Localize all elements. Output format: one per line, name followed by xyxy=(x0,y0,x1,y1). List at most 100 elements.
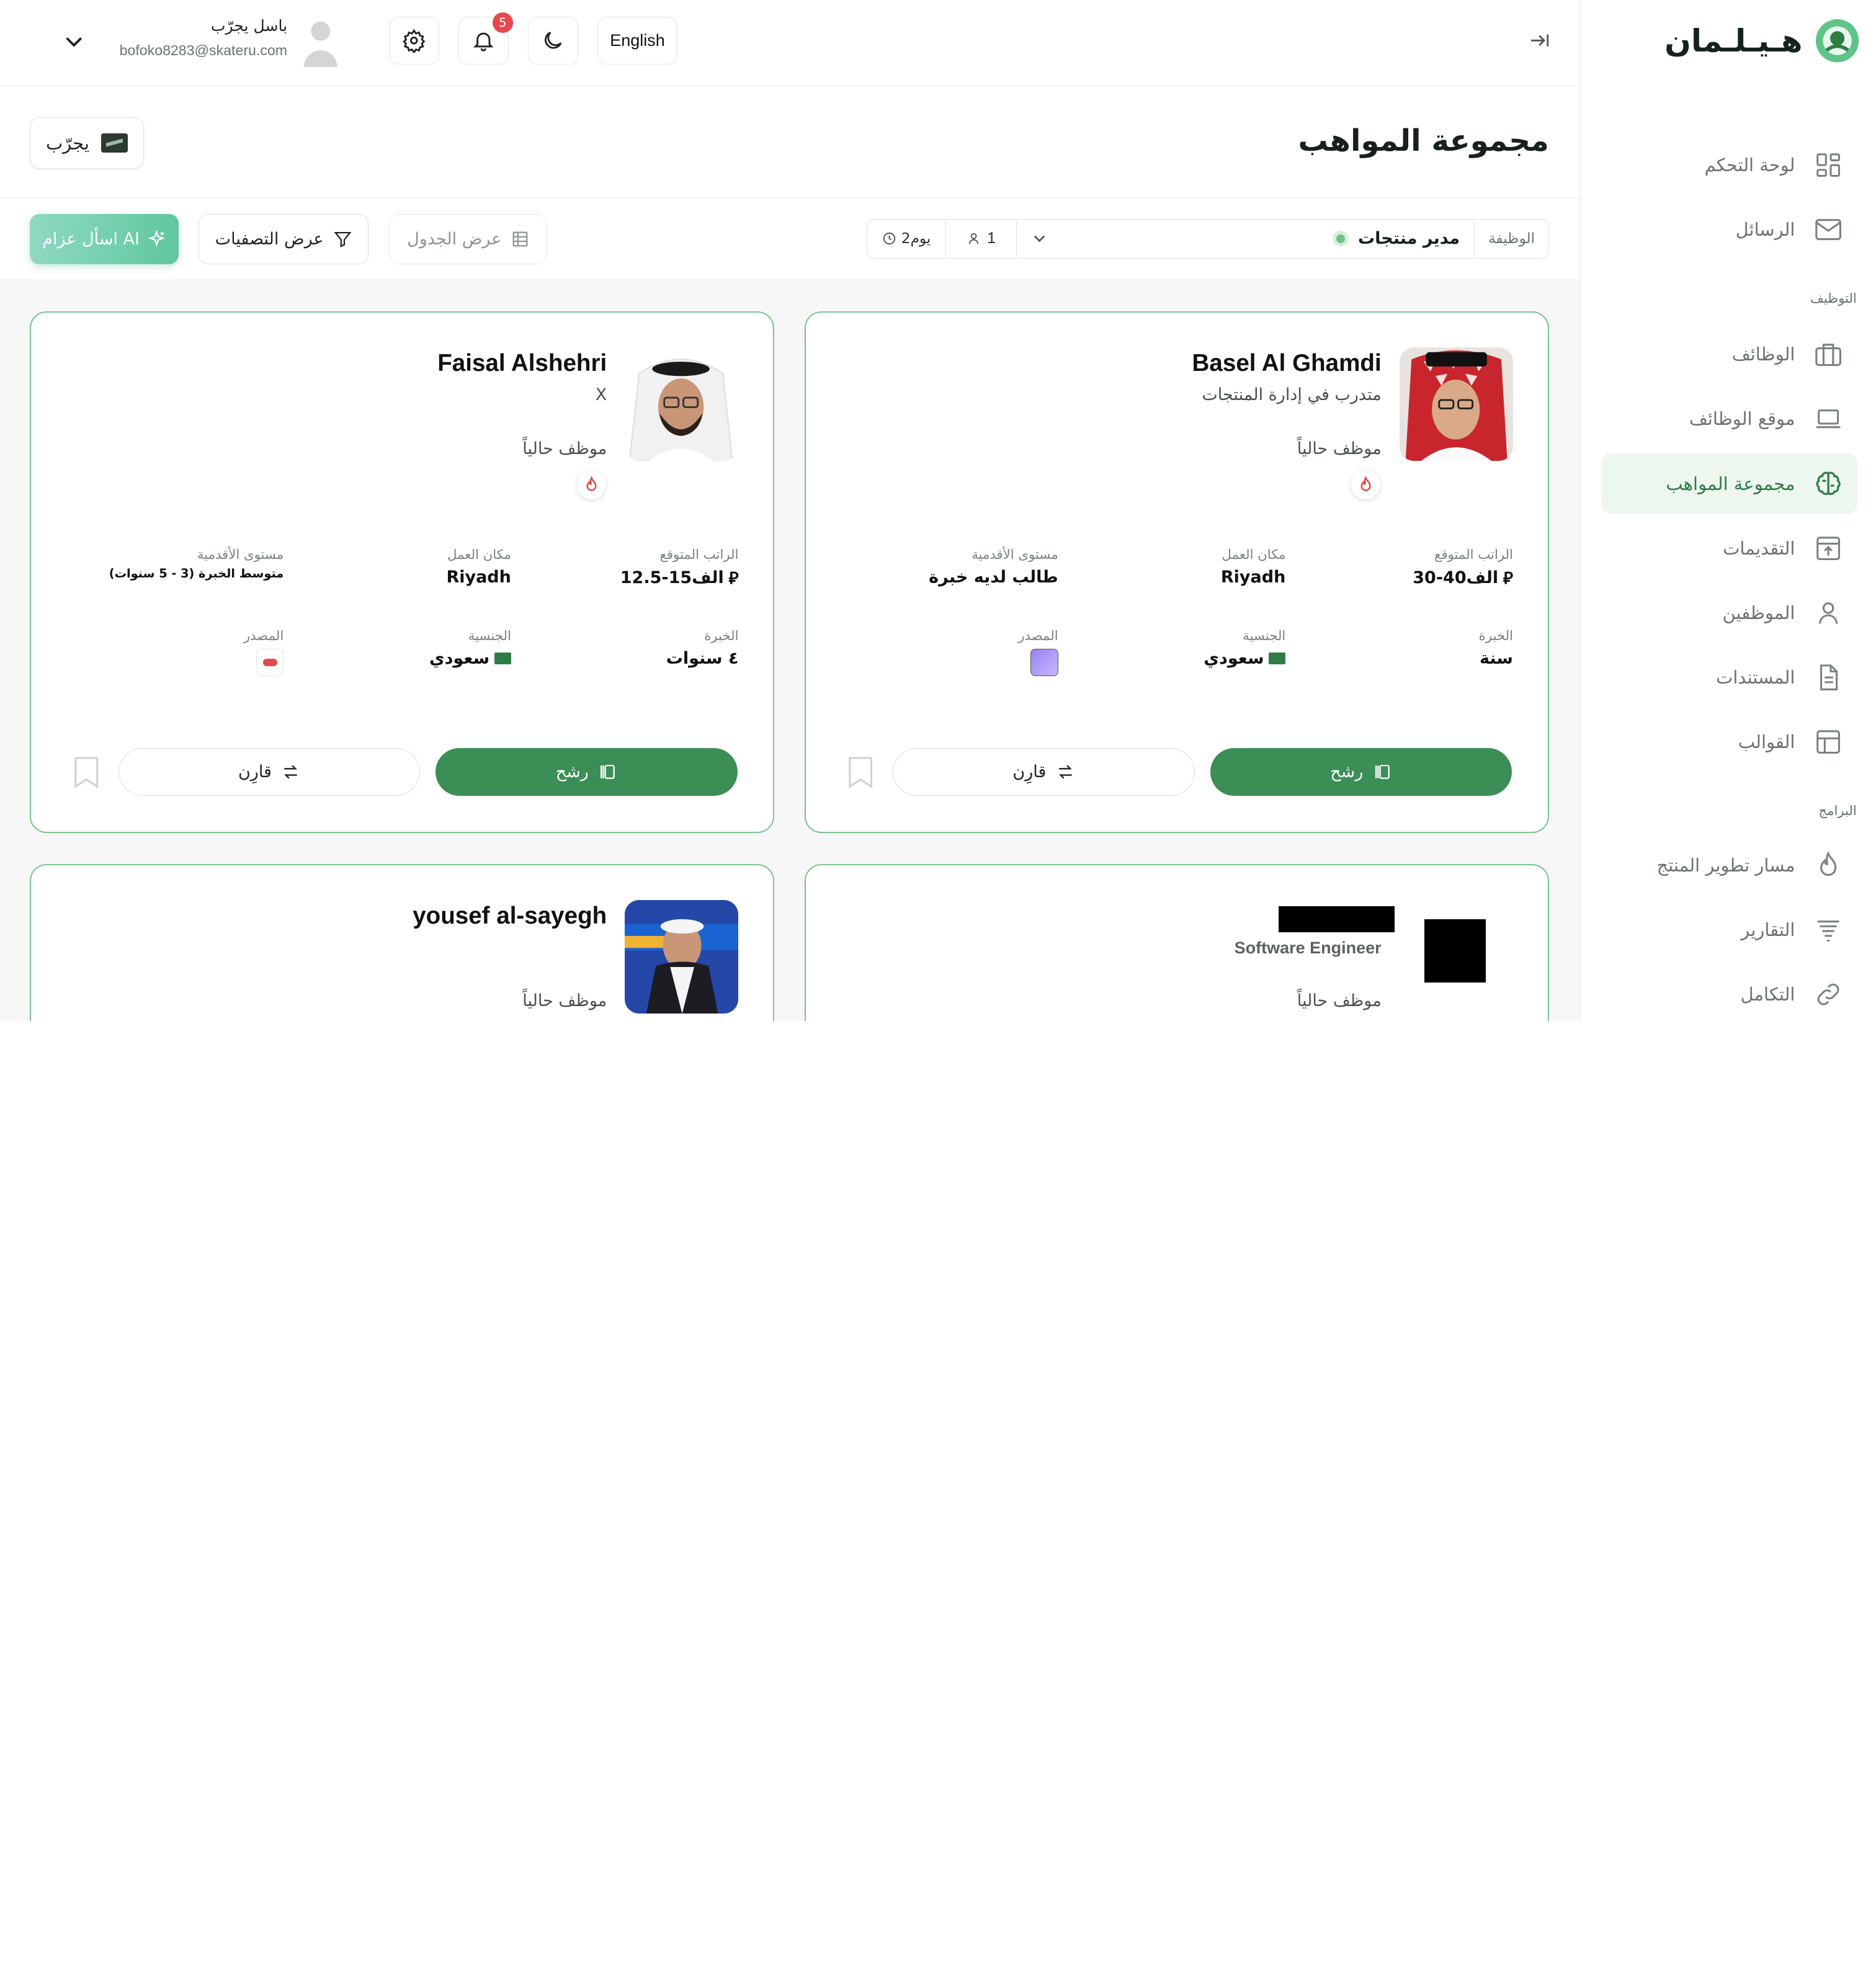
location-label: مكان العمل xyxy=(1222,546,1286,563)
candidate-name-redacted xyxy=(1278,906,1395,933)
sidebar-item-messages[interactable]: الرسائل xyxy=(1601,200,1857,259)
candidate-card[interactable]: Basel Al Ghamdi متدرب في إدارة المنتجات … xyxy=(804,311,1549,833)
columns-icon xyxy=(601,765,615,779)
nationality-field: الجنسية سعودي xyxy=(1070,628,1286,668)
briefcase-icon xyxy=(1815,344,1842,367)
sidebar-item-integrations[interactable]: التكامل xyxy=(1601,965,1857,1021)
bookmark-icon[interactable] xyxy=(73,755,99,789)
candidate-status: موظف حالياً xyxy=(522,991,607,1010)
nav-section-programs: البرامج xyxy=(1818,803,1857,819)
nominate-button[interactable]: رشح xyxy=(1210,747,1512,796)
link-icon xyxy=(1818,984,1839,1005)
sidebar-item-employees[interactable]: الموظفين xyxy=(1601,583,1857,643)
job-selector-value[interactable]: مدير منتجات xyxy=(1017,220,1474,258)
gear-icon xyxy=(403,29,426,53)
location-label: مكان العمل xyxy=(447,546,511,563)
experience-label: الخبرة xyxy=(704,628,739,644)
sidebar-item-label: لوحة التحكم xyxy=(1704,154,1795,176)
salary-field: الراتب المتوقع 30-40الف ⃁ xyxy=(1298,547,1513,589)
candidate-photo xyxy=(1399,347,1513,461)
source-label: المصدر xyxy=(243,628,284,644)
sidebar-collapse-icon[interactable] xyxy=(1527,29,1552,53)
notifications-button[interactable]: 5 xyxy=(458,12,513,65)
experience-value: سنة xyxy=(1479,648,1513,668)
show-filters-button[interactable]: عرض التصفيات xyxy=(199,214,369,265)
candidate-status: موظف حالياً xyxy=(522,439,607,459)
columns-icon xyxy=(1375,765,1390,779)
candidate-name[interactable]: Faisal Alshehri xyxy=(437,350,607,377)
candidate-card[interactable]: Software Engineer موظف حالياً xyxy=(804,864,1549,1021)
table-view-button[interactable]: عرض الجدول xyxy=(389,214,547,265)
location-value: Riyadh xyxy=(446,567,511,587)
settings-button[interactable] xyxy=(389,17,440,65)
sidebar-item-jobs[interactable]: الوظائف xyxy=(1601,324,1857,384)
company-switcher[interactable]: يجرّب xyxy=(30,117,144,169)
avatar[interactable] xyxy=(300,19,341,68)
bookmark-icon[interactable] xyxy=(847,755,873,789)
candidate-title: متدرب في إدارة المنتجات xyxy=(1202,385,1382,405)
job-selector[interactable]: الوظيفة مدير منتجات 1 2يوم xyxy=(867,219,1549,259)
nominate-label: رشح xyxy=(555,762,589,782)
applicants-count: 1 xyxy=(946,220,1017,258)
nominate-label: رشح xyxy=(1330,762,1364,782)
dark-mode-button[interactable] xyxy=(527,17,578,65)
sidebar-item-documents[interactable]: المستندات xyxy=(1601,648,1857,707)
sidebar-item-label: التقديمات xyxy=(1723,537,1795,559)
saudi-flag-icon xyxy=(494,652,511,664)
sidebar-item-product-roadmap[interactable]: مسار تطوير المنتج xyxy=(1601,836,1857,895)
compare-label: قارِن xyxy=(238,762,272,782)
location-value: Riyadh xyxy=(1220,567,1286,587)
sidebar-item-label: التكامل xyxy=(1740,984,1795,1005)
candidate-card[interactable]: Faisal Alshehri X موظف حالياً الراتب الم… xyxy=(30,311,775,833)
compare-button[interactable]: قارِن xyxy=(118,747,421,796)
company-name: يجرّب xyxy=(46,132,89,154)
saudi-flag-icon xyxy=(1269,652,1286,664)
seniority-value: طالب لديه خبرة xyxy=(929,567,1058,587)
sidebar-item-reports[interactable]: التقارير xyxy=(1601,900,1857,960)
compare-button[interactable]: قارِن xyxy=(893,747,1195,796)
candidate-photo xyxy=(625,900,739,1014)
sidebar-item-talent-pool[interactable]: مجموعة المواهب xyxy=(1601,453,1857,514)
candidate-name[interactable]: Basel Al Ghamdi xyxy=(1192,350,1382,377)
sidebar-item-templates[interactable]: القوالب xyxy=(1601,712,1857,772)
sidebar-item-dashboard[interactable]: لوحة التحكم xyxy=(1601,135,1857,195)
riyal-icon: ⃁ xyxy=(728,568,739,588)
sidebar-item-label: الموظفين xyxy=(1722,602,1795,623)
hot-candidate-badge xyxy=(577,470,606,499)
candidate-name[interactable]: yousef al-sayegh xyxy=(413,903,607,930)
seniority-field: مستوى الأقدمية متوسط الخبرة (3 - 5 سنوات… xyxy=(68,547,284,581)
filter-lines-icon xyxy=(1818,920,1839,942)
language-button[interactable]: English xyxy=(597,17,678,65)
ask-ai-button[interactable]: اسأل عزام AI xyxy=(30,214,179,265)
salary-value: 12.5-15الف ⃁ xyxy=(620,568,739,588)
candidate-card[interactable]: yousef al-sayegh موظف حالياً xyxy=(30,864,775,1021)
source-label: المصدر xyxy=(1018,628,1058,644)
flame-icon xyxy=(586,476,597,491)
source-value xyxy=(68,648,284,677)
filter-icon xyxy=(334,232,352,248)
bell-icon xyxy=(473,32,494,52)
laptop-icon xyxy=(1816,409,1841,429)
nominate-button[interactable]: رشح xyxy=(436,747,738,796)
table-icon xyxy=(512,231,528,247)
swap-arrows-icon xyxy=(284,765,298,779)
dashboard-grid-icon xyxy=(1816,153,1841,177)
candidate-status: موظف حالياً xyxy=(1297,991,1382,1010)
brand-name: هـيـلـمان xyxy=(1664,22,1803,60)
sidebar-item-applications[interactable]: التقديمات xyxy=(1601,519,1857,578)
sidebar-item-jobsite[interactable]: موقع الوظائف xyxy=(1601,389,1857,448)
sidebar-item-label: مسار تطوير المنتج xyxy=(1656,855,1795,876)
moon-icon xyxy=(545,32,562,49)
user-email: bofoko8283@skateru.com xyxy=(119,42,288,58)
job-selector-label: الوظيفة xyxy=(1474,220,1548,258)
seniority-label: مستوى الأقدمية xyxy=(197,546,284,563)
user-name: باسل يجرّب xyxy=(210,17,288,35)
brand[interactable]: هـيـلـمان xyxy=(1664,17,1865,65)
filter-toolbar: اسأل عزام AI عرض التصفيات عرض الجدول الو… xyxy=(0,200,1581,280)
location-field: مكان العمل Riyadh xyxy=(1070,547,1285,587)
brain-icon xyxy=(1816,472,1841,496)
show-filters-label: عرض التصفيات xyxy=(215,230,324,249)
chevron-down-icon[interactable] xyxy=(61,29,87,55)
chevron-down-icon xyxy=(1034,236,1045,243)
flame-icon xyxy=(1820,851,1837,876)
